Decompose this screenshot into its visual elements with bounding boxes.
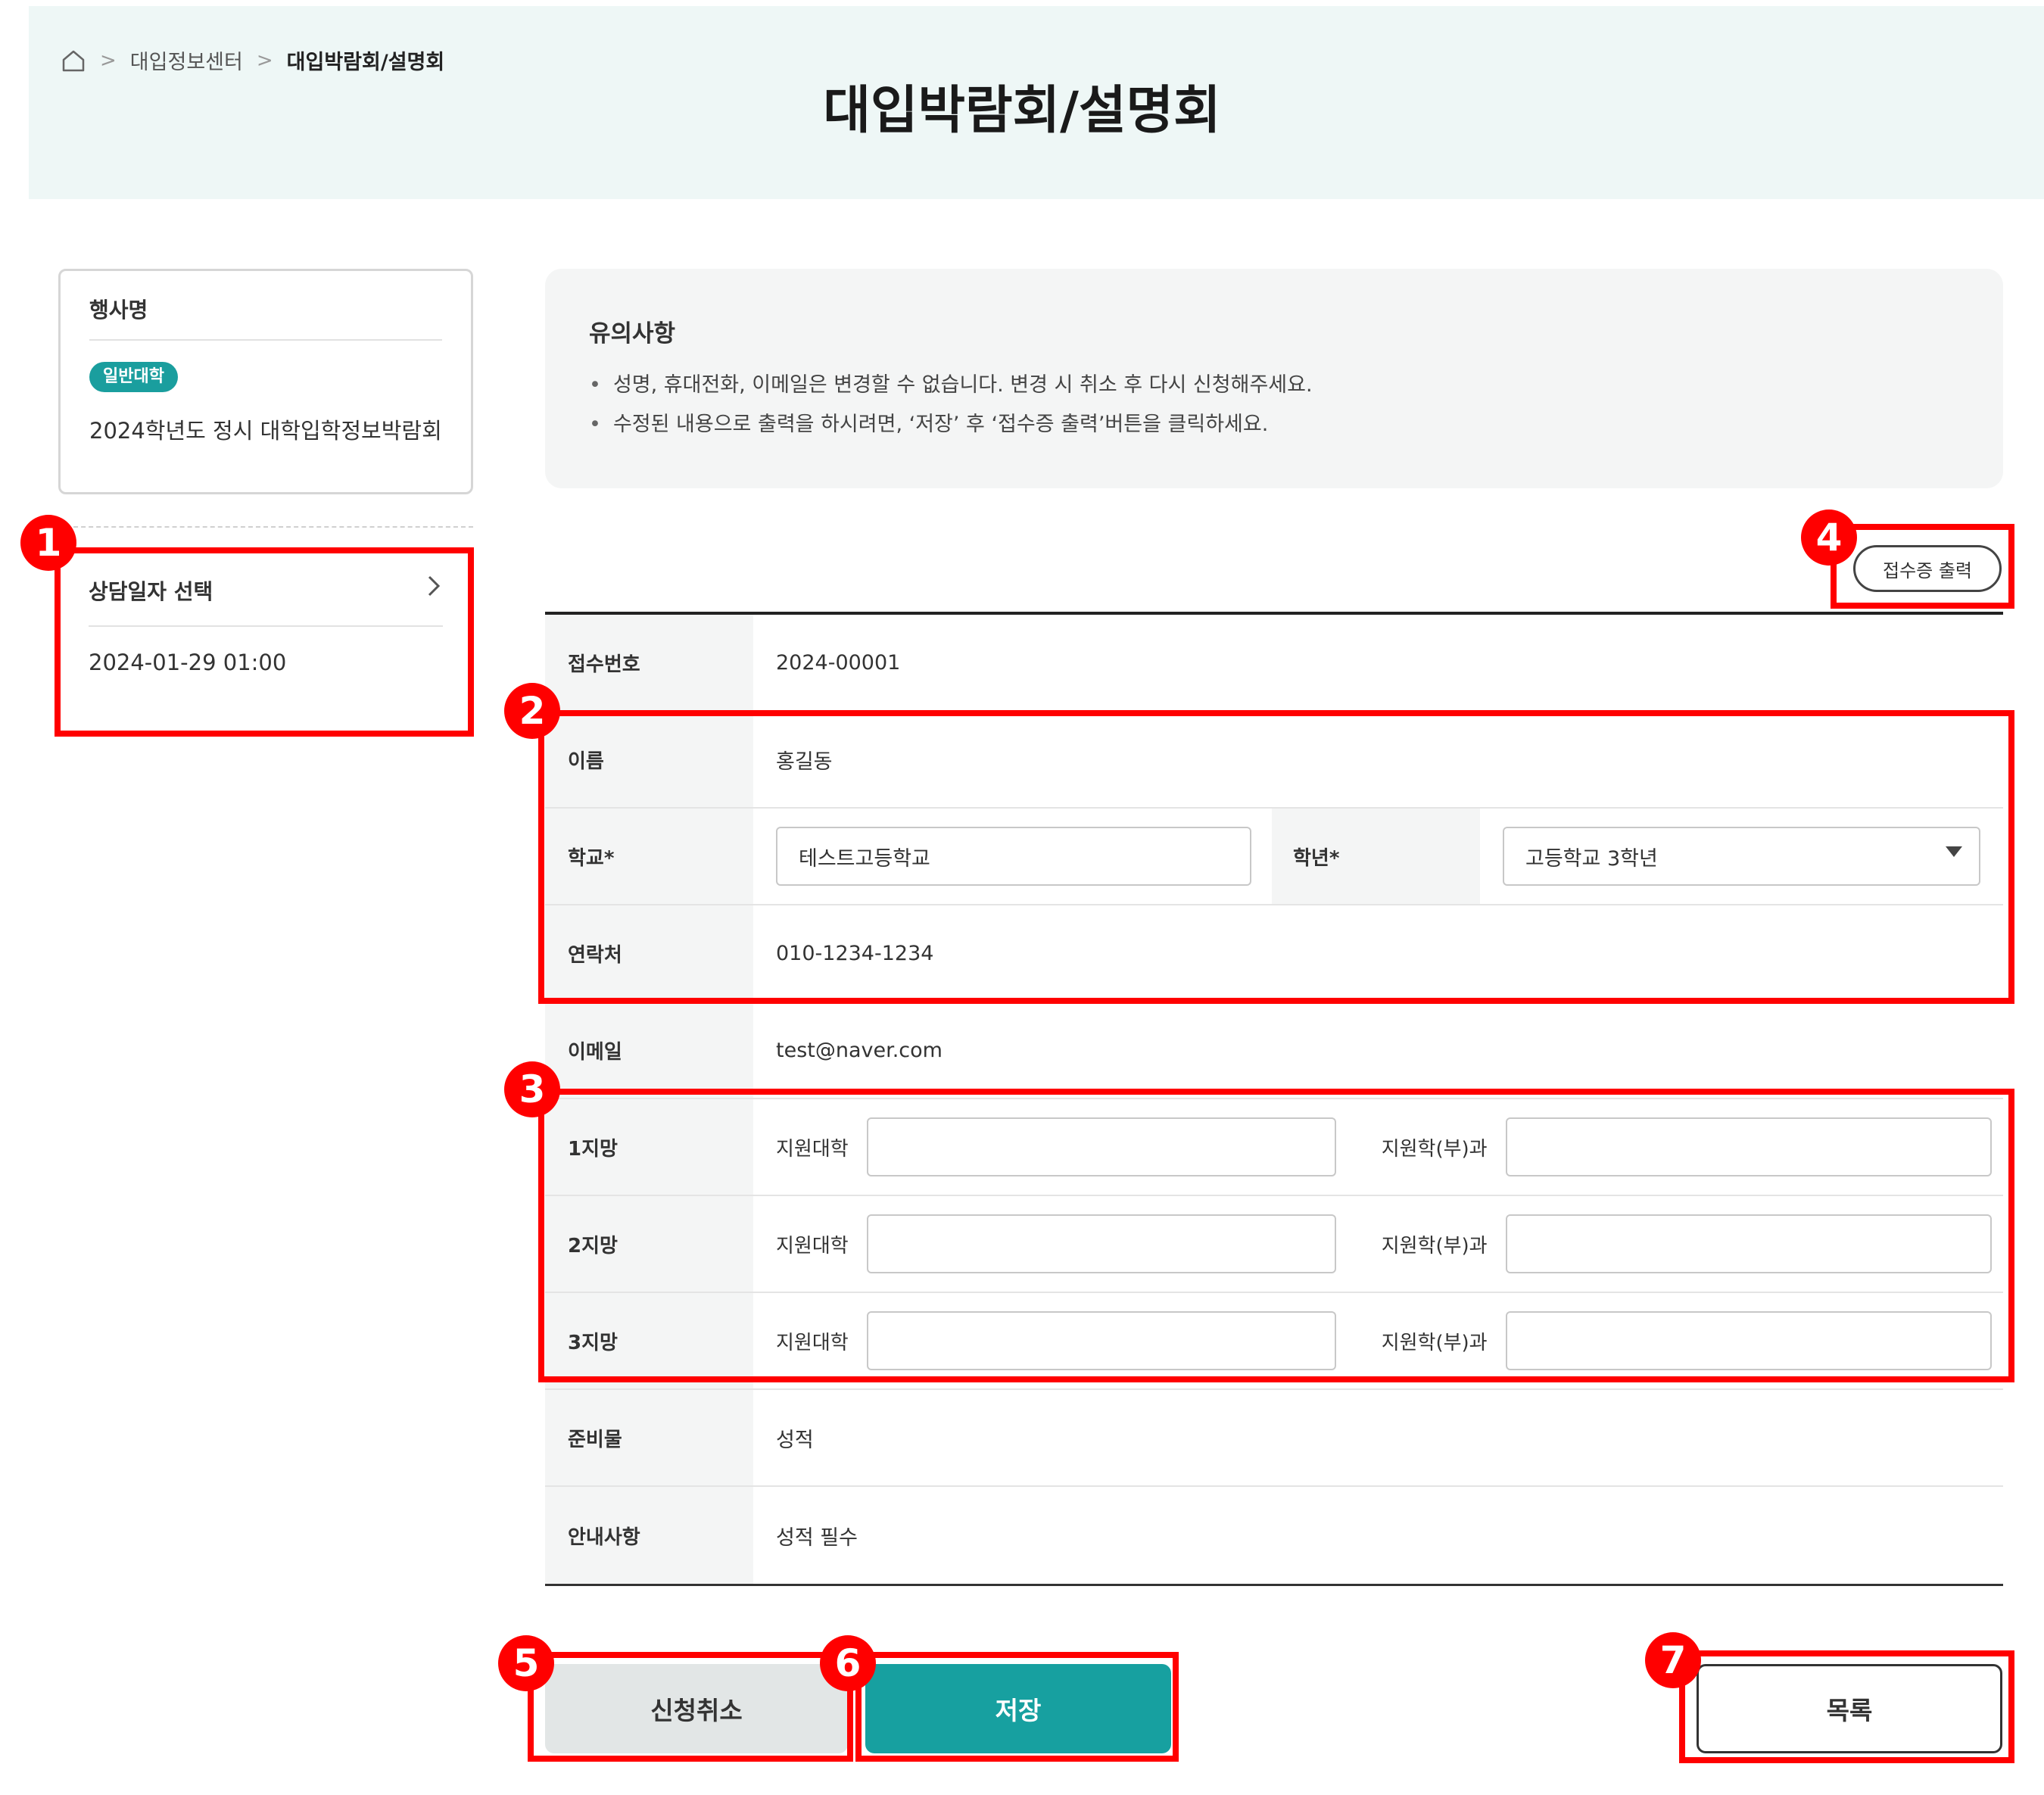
grade-selected-value: 고등학교 3학년 <box>1525 846 1658 871</box>
notice-item: 성명, 휴대전화, 이메일은 변경할 수 없습니다. 변경 시 취소 후 다시 … <box>589 366 1313 405</box>
table-row: 접수번호 2024-00001 <box>545 615 2003 712</box>
phone-value: 010-1234-1234 <box>776 941 934 965</box>
table-row: 2지망 지원대학 지원학(부)과 <box>545 1196 2003 1293</box>
notice-item: 수정된 내용으로 출력을 하시려면, ‘저장’ 후 ‘접수증 출력’버튼을 클릭… <box>589 405 1313 444</box>
print-receipt-button[interactable]: 접수증 출력 <box>1853 545 2002 592</box>
category-badge: 일반대학 <box>89 362 178 392</box>
guide-value: 성적 필수 <box>776 1525 858 1550</box>
table-row: 안내사항 성적 필수 <box>545 1487 2003 1584</box>
annotation-marker: 3 <box>504 1061 560 1117</box>
chevron-right-icon[interactable] <box>425 572 443 606</box>
grade-label: 학년* <box>1272 809 1480 904</box>
receipt-no-label: 접수번호 <box>545 615 753 710</box>
table-row: 이름 홍길동 <box>545 712 2003 809</box>
choice-cell: 지원대학 지원학(부)과 <box>753 1196 2003 1292</box>
divider <box>89 339 442 341</box>
divider <box>58 526 473 528</box>
choice-label: 1지망 <box>545 1099 753 1195</box>
school-input[interactable]: 테스트고등학교 <box>776 827 1251 886</box>
annotation-marker: 2 <box>504 683 560 739</box>
name-value: 홍길동 <box>776 749 833 774</box>
receipt-no-value: 2024-00001 <box>776 650 901 675</box>
univ-label: 지원대학 <box>776 1137 849 1161</box>
list-button[interactable]: 목록 <box>1697 1664 2002 1753</box>
school-cell: 테스트고등학교 <box>753 827 1272 886</box>
date-select-label: 상담일자 선택 <box>89 579 213 604</box>
univ-input-2[interactable] <box>866 1214 1336 1273</box>
annotation-marker: 4 <box>1801 510 1857 566</box>
univ-label: 지원대학 <box>776 1331 849 1354</box>
choice-label: 2지망 <box>545 1196 753 1292</box>
dept-input-3[interactable] <box>1505 1311 1992 1370</box>
table-row: 1지망 지원대학 지원학(부)과 <box>545 1099 2003 1196</box>
choice-cell: 지원대학 지원학(부)과 <box>753 1293 2003 1388</box>
consultation-date-select[interactable]: 상담일자 선택 2024-01-29 01:00 <box>58 553 473 734</box>
annotation-marker: 7 <box>1645 1632 1701 1688</box>
notice-title: 유의사항 <box>589 320 676 347</box>
univ-input-1[interactable] <box>866 1117 1336 1176</box>
cancel-application-button[interactable]: 신청취소 <box>545 1664 848 1753</box>
event-card: 행사명 일반대학 2024학년도 정시 대학입학정보박람회 <box>58 269 473 494</box>
event-name: 2024학년도 정시 대학입학정보박람회 <box>89 418 442 444</box>
application-form-table: 접수번호 2024-00001 이름 홍길동 학교* 테스트고등학교 학년* 고… <box>545 612 2003 1586</box>
email-value: test@naver.com <box>776 1038 943 1062</box>
grade-cell: 고등학교 3학년 <box>1480 827 2003 886</box>
dept-input-2[interactable] <box>1505 1214 1992 1273</box>
dept-input-1[interactable] <box>1505 1117 1992 1176</box>
table-row: 준비물 성적 <box>545 1390 2003 1487</box>
annotation-marker: 1 <box>20 515 76 571</box>
grade-select[interactable]: 고등학교 3학년 <box>1503 827 1980 886</box>
table-row: 연락처 010-1234-1234 <box>545 905 2003 1002</box>
guide-label: 안내사항 <box>545 1487 753 1584</box>
preparation-value: 성적 <box>776 1428 814 1452</box>
school-label: 학교* <box>545 809 753 904</box>
univ-label: 지원대학 <box>776 1234 849 1257</box>
annotation-marker: 6 <box>820 1635 876 1691</box>
selected-date: 2024-01-29 01:00 <box>89 650 287 675</box>
event-card-label: 행사명 <box>89 298 148 323</box>
preparation-label: 준비물 <box>545 1390 753 1485</box>
name-label: 이름 <box>545 712 753 807</box>
annotation-marker: 5 <box>498 1635 554 1691</box>
choice-label: 3지망 <box>545 1293 753 1388</box>
caret-down-icon <box>1946 846 1962 857</box>
univ-input-3[interactable] <box>866 1311 1336 1370</box>
dept-label: 지원학(부)과 <box>1381 1137 1488 1161</box>
save-button[interactable]: 저장 <box>865 1664 1171 1753</box>
dept-label: 지원학(부)과 <box>1381 1234 1488 1257</box>
divider <box>89 625 443 627</box>
table-row: 3지망 지원대학 지원학(부)과 <box>545 1293 2003 1390</box>
table-row: 학교* 테스트고등학교 학년* 고등학교 3학년 <box>545 809 2003 905</box>
notice-list: 성명, 휴대전화, 이메일은 변경할 수 없습니다. 변경 시 취소 후 다시 … <box>589 366 1313 444</box>
page-title: 대입박람회/설명회 <box>823 81 1221 141</box>
email-label: 이메일 <box>545 1002 753 1098</box>
school-grade-cell: 테스트고등학교 학년* 고등학교 3학년 <box>753 809 2003 904</box>
notice-box: 유의사항 성명, 휴대전화, 이메일은 변경할 수 없습니다. 변경 시 취소 … <box>545 269 2003 488</box>
choice-cell: 지원대학 지원학(부)과 <box>753 1099 2003 1195</box>
phone-label: 연락처 <box>545 905 753 1001</box>
dept-label: 지원학(부)과 <box>1381 1331 1488 1354</box>
table-row: 이메일 test@naver.com <box>545 1002 2003 1099</box>
